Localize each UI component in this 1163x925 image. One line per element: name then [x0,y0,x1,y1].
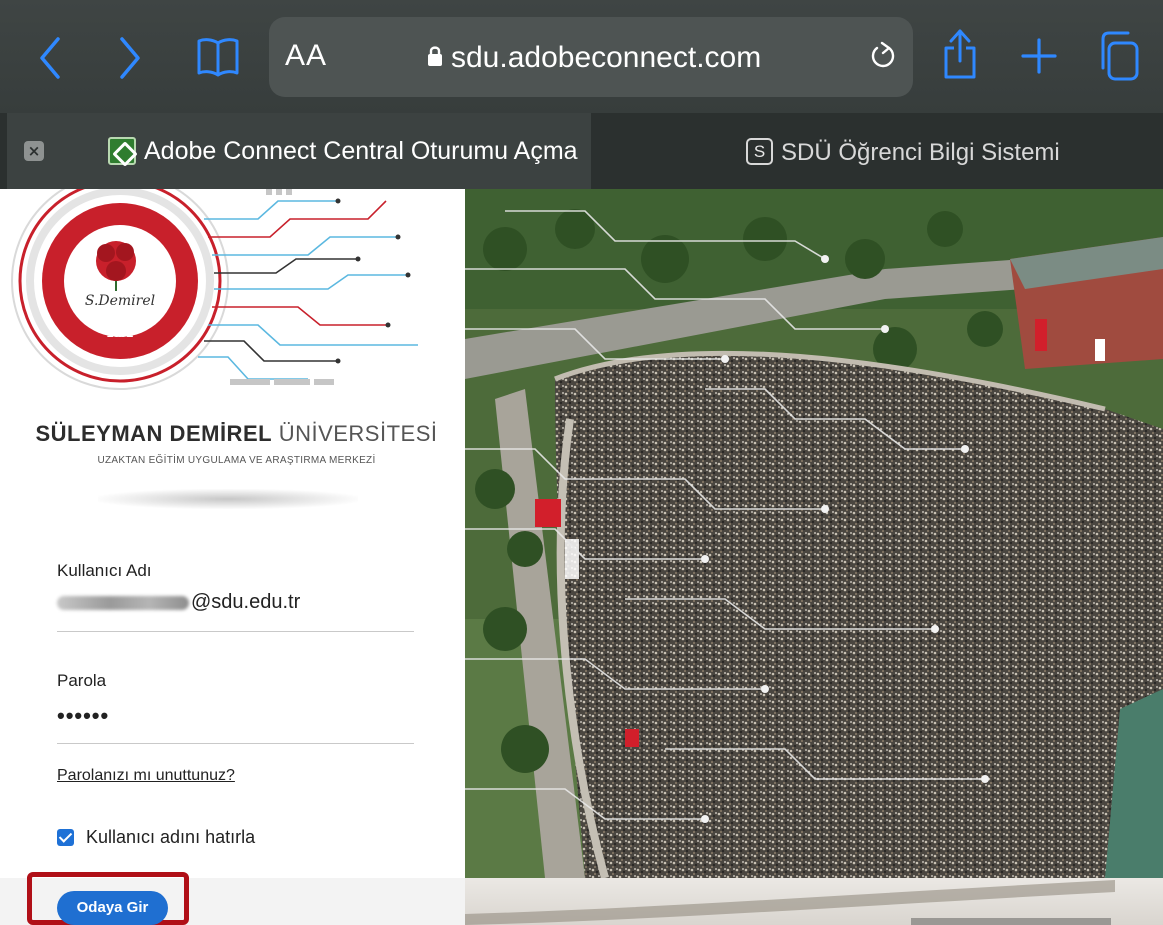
lock-icon [427,41,443,75]
remember-username-option[interactable]: Kullanıcı adını hatırla [57,827,255,848]
url-text: sdu.adobeconnect.com [451,41,762,74]
forward-icon[interactable] [118,36,142,80]
tab-adobe-connect[interactable]: × Adobe Connect Central Oturumu Açma [7,113,591,189]
browser-toolbar: AA sdu.adobeconnect.com [0,0,1163,113]
username-underline [57,631,414,632]
username-field[interactable]: @sdu.edu.tr [57,591,300,614]
svg-text:1992: 1992 [107,326,134,340]
tab-favicon-letter: S [746,138,773,165]
password-value: •••••• [57,703,110,728]
password-label: Parola [57,671,107,690]
back-icon[interactable] [38,36,62,80]
new-tab-icon[interactable] [1021,38,1057,74]
university-subtitle: UZAKTAN EĞİTİM UYGULAMA VE ARAŞTIRMA MER… [97,455,376,466]
password-field[interactable]: •••••• [57,703,109,729]
password-underline [57,743,414,744]
university-name: SÜLEYMAN DEMİREL ÜNİVERSİTESİ [8,421,465,447]
username-domain: @sdu.edu.tr [191,591,301,613]
close-tab-icon[interactable]: × [24,141,44,161]
remember-checkbox[interactable] [57,829,74,846]
adobe-connect-icon [108,137,136,165]
enter-room-button[interactable]: Odaya Gir [57,891,168,925]
campus-crowd-photo [465,189,1163,878]
text-size-label: AA [285,39,328,72]
share-icon[interactable] [942,28,978,80]
tab-strip: × Adobe Connect Central Oturumu Açma S S… [0,113,1163,189]
university-name-regular: ÜNİVERSİTESİ [278,421,438,446]
bookmarks-icon[interactable] [196,37,240,77]
remember-label: Kullanıcı adını hatırla [86,827,256,847]
text-size-button[interactable]: AA [285,39,327,73]
tabs-icon[interactable] [1100,30,1140,82]
tab-title: Adobe Connect Central Oturumu Açma [144,137,578,165]
redacted-username [57,595,189,610]
tab-title: SDÜ Öğrenci Bilgi Sistemi [781,139,1060,166]
reload-icon[interactable] [869,39,897,80]
divider-shadow [98,489,358,509]
university-logo: S.Demirel 1992 [11,189,418,390]
username-label: Kullanıcı Adı [57,561,152,580]
background-image-strip [465,878,1163,925]
login-panel: S.Demirel 1992 SÜLEYMAN DEMİREL ÜNİVERSİ… [8,189,465,878]
tab-sdu-obs[interactable]: S SDÜ Öğrenci Bilgi Sistemi [591,113,1163,189]
forgot-password-link[interactable]: Parolanızı mı unuttunuz? [57,767,235,785]
address-bar[interactable]: AA sdu.adobeconnect.com [269,17,913,97]
university-name-bold: SÜLEYMAN DEMİREL [35,421,273,446]
svg-text:S.Demirel: S.Demirel [85,293,155,309]
